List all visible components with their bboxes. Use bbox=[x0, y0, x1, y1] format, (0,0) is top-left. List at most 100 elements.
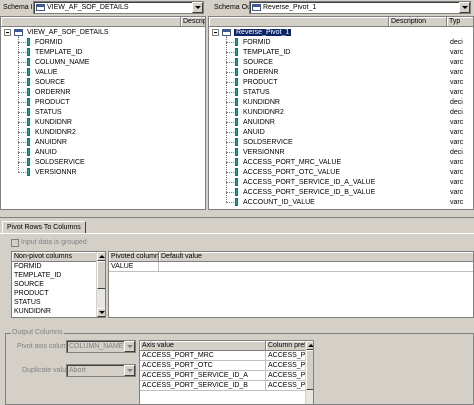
tree-row[interactable]: TEMPLATE_ID bbox=[235, 47, 290, 57]
tree-row[interactable]: STATUS bbox=[235, 87, 270, 97]
collapse-icon[interactable] bbox=[4, 29, 11, 36]
list-item[interactable]: PRODUCT bbox=[14, 289, 96, 298]
pivoted-columns-grid[interactable]: Pivoted columns Default value VALUE bbox=[108, 251, 474, 318]
tree-row[interactable]: PRODUCT bbox=[235, 77, 278, 87]
axis-value-cell[interactable]: ACCESS_PORT_OTC bbox=[140, 361, 266, 371]
schema-in-description-header[interactable]: Descriptio bbox=[181, 17, 205, 27]
tree-row[interactable]: FORMID bbox=[27, 37, 63, 47]
schema-out-type-header[interactable]: Typ bbox=[447, 17, 473, 27]
tree-row[interactable]: STATUS bbox=[27, 107, 62, 117]
duplicate-value-select[interactable]: Abort bbox=[66, 364, 136, 377]
default-value-header[interactable]: Default value bbox=[159, 252, 473, 262]
tree-row[interactable]: KUNDIDNR bbox=[27, 117, 72, 127]
tree-row[interactable]: VERSIONNR bbox=[27, 167, 77, 177]
list-item[interactable]: STATUS bbox=[14, 298, 96, 307]
chevron-down-icon[interactable] bbox=[192, 2, 203, 13]
out-root-row[interactable]: Reverse_Pivot_1 bbox=[222, 27, 292, 37]
scroll-thumb[interactable] bbox=[306, 350, 313, 390]
tree-row[interactable]: ANUID bbox=[27, 147, 57, 157]
non-pivot-scrollbar[interactable] bbox=[96, 252, 105, 317]
list-item[interactable]: KUNDIDNR bbox=[14, 307, 96, 316]
tree-row[interactable]: VERSIONNR bbox=[235, 147, 285, 157]
tree-row[interactable]: ANUIDNR bbox=[235, 117, 275, 127]
schema-in-name-header[interactable] bbox=[1, 17, 181, 27]
axis-value-cell[interactable]: ACCESS_PORT_SERVICE_ID_B bbox=[140, 381, 266, 391]
tree-connector bbox=[226, 132, 234, 133]
tree-row[interactable]: ANUID bbox=[235, 127, 265, 137]
table-row[interactable]: ACCESS_PORT_SERVICE_ID_B ACCESS_P bbox=[140, 381, 306, 391]
column-prefix-cell[interactable]: ACCESS_P bbox=[266, 361, 306, 371]
tree-connector bbox=[226, 62, 234, 63]
tree-row[interactable]: ACCOUNT_ID_VALUE bbox=[235, 197, 315, 207]
field-name: KUNDIDNR2 bbox=[243, 108, 284, 116]
schema-out-select[interactable]: Reverse_Pivot_1 bbox=[249, 1, 471, 14]
tree-row[interactable]: ACCESS_PORT_SERVICE_ID_A_VALUE bbox=[235, 177, 375, 187]
tree-row[interactable]: KUNDIDNR bbox=[235, 97, 280, 107]
schema-out-description-header[interactable]: Description bbox=[389, 17, 447, 27]
table-row[interactable]: ACCESS_PORT_SERVICE_ID_A ACCESS_P bbox=[140, 371, 306, 381]
tree-row[interactable]: SOURCE bbox=[27, 77, 65, 87]
chevron-down-icon[interactable] bbox=[459, 2, 470, 13]
pivoted-columns-header[interactable]: Pivoted columns bbox=[109, 252, 159, 262]
tree-row[interactable]: ORDERNR bbox=[27, 87, 70, 97]
axis-value-cell[interactable]: ACCESS_PORT_MRC bbox=[140, 351, 266, 361]
non-pivot-columns-header[interactable]: Non-pivot columns bbox=[12, 252, 97, 262]
tree-connector bbox=[18, 132, 26, 133]
tree-row[interactable]: SOLDSERVICE bbox=[235, 137, 293, 147]
non-pivot-columns-list[interactable]: Non-pivot columns FORMID TEMPLATE_ID SOURC… bbox=[11, 251, 106, 318]
tree-row[interactable]: KUNDIDNR2 bbox=[27, 127, 76, 137]
tree-row[interactable]: COLUMN_NAME bbox=[27, 57, 89, 67]
collapse-icon[interactable] bbox=[212, 29, 219, 36]
schema-out-tree[interactable]: Description Typ Reverse_Pivot_1 FORMID dec… bbox=[208, 16, 474, 210]
tab-pivot-rows-to-columns[interactable]: Pivot Rows To Columns bbox=[2, 221, 86, 233]
table-row[interactable]: VALUE bbox=[109, 262, 473, 272]
horizontal-splitter[interactable] bbox=[0, 210, 474, 218]
pivot-axis-value: COLUMN_NAME bbox=[69, 343, 124, 350]
axis-value-grid[interactable]: Axis value Column pref ACCESS_PORT_MRC AC… bbox=[139, 340, 314, 405]
field-name: SOLDSERVICE bbox=[35, 158, 85, 166]
tree-row[interactable]: ORDERNR bbox=[235, 67, 278, 77]
pivoted-column-cell[interactable]: VALUE bbox=[109, 262, 159, 272]
pivot-axis-select[interactable]: COLUMN_NAME bbox=[66, 340, 136, 353]
in-root-row[interactable]: VIEW_AF_SOF_DETAILS bbox=[14, 27, 110, 37]
scroll-up-button[interactable] bbox=[306, 341, 313, 350]
tree-row[interactable]: PRODUCT bbox=[27, 97, 70, 107]
axis-grid-scrollbar[interactable] bbox=[305, 341, 313, 404]
column-prefix-header[interactable]: Column pref bbox=[266, 341, 306, 351]
table-row[interactable]: ACCESS_PORT_OTC ACCESS_P bbox=[140, 361, 306, 371]
column-prefix-cell[interactable]: ACCESS_P bbox=[266, 371, 306, 381]
schema-out-name-header[interactable] bbox=[209, 17, 389, 27]
tree-row[interactable]: SOLDSERVICE bbox=[27, 157, 85, 167]
column-prefix-cell[interactable]: ACCESS_P bbox=[266, 351, 306, 361]
list-item[interactable]: FORMID bbox=[14, 262, 96, 271]
chevron-down-icon[interactable] bbox=[124, 341, 135, 352]
schema-in-tree[interactable]: Descriptio VIEW_AF_SOF_DETAILS FORMID TEMP… bbox=[0, 16, 206, 210]
scroll-up-button[interactable] bbox=[97, 252, 105, 261]
axis-value-header[interactable]: Axis value bbox=[140, 341, 266, 351]
chevron-down-icon[interactable] bbox=[124, 365, 135, 376]
tree-row[interactable]: ACCESS_PORT_OTC_VALUE bbox=[235, 167, 340, 177]
list-item[interactable]: SOURCE bbox=[14, 280, 96, 289]
tree-row[interactable]: VALUE bbox=[27, 67, 57, 77]
input-grouped-checkbox[interactable] bbox=[11, 239, 19, 247]
tree-row[interactable]: FORMID bbox=[235, 37, 271, 47]
tree-row[interactable]: ACCESS_PORT_MRC_VALUE bbox=[235, 157, 341, 167]
tree-row[interactable]: KUNDIDNR2 bbox=[235, 107, 284, 117]
schema-in-select[interactable]: VIEW_AF_SOF_DETAILS bbox=[33, 1, 204, 14]
tree-row[interactable]: TEMPLATE_ID bbox=[27, 47, 82, 57]
field-type: varc bbox=[450, 138, 464, 146]
table-row[interactable]: ACCESS_PORT_MRC ACCESS_P bbox=[140, 351, 306, 361]
column-prefix-cell[interactable]: ACCESS_P bbox=[266, 381, 306, 391]
list-item[interactable]: TEMPLATE_ID bbox=[14, 271, 96, 280]
tree-row[interactable]: ANUIDNR bbox=[27, 137, 67, 147]
tree-row[interactable]: SOURCE bbox=[235, 57, 273, 67]
field-type: varc bbox=[450, 128, 464, 136]
axis-value-cell[interactable]: ACCESS_PORT_SERVICE_ID_A bbox=[140, 371, 266, 381]
scroll-thumb[interactable] bbox=[97, 261, 105, 289]
default-value-cell[interactable] bbox=[159, 262, 473, 272]
tree-connector bbox=[18, 172, 26, 173]
tree-row[interactable]: ACCESS_PORT_SERVICE_ID_B_VALUE bbox=[235, 187, 375, 197]
scroll-down-button[interactable] bbox=[97, 308, 105, 317]
field-name: PRODUCT bbox=[243, 78, 278, 86]
tree-connector bbox=[226, 192, 234, 193]
